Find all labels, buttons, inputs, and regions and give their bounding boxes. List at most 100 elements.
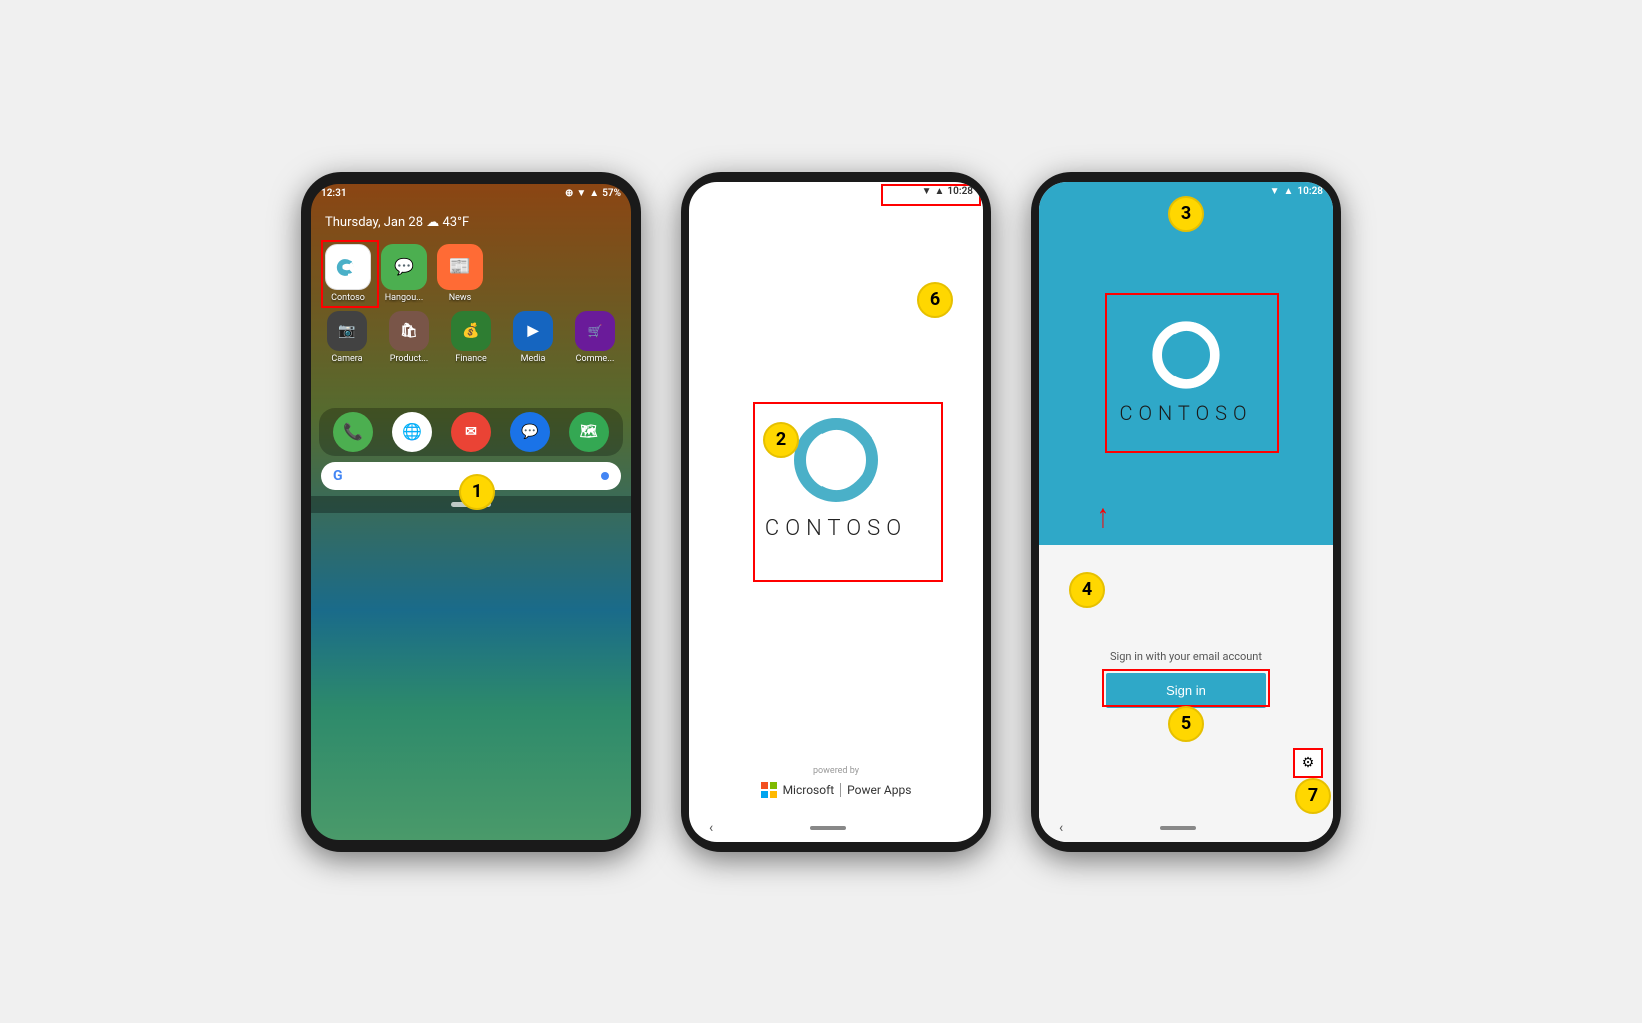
annotation-3: 3 xyxy=(1168,196,1204,232)
ms-green-square xyxy=(770,782,777,789)
google-g-logo: G xyxy=(333,468,343,484)
annotation-6: 6 xyxy=(917,282,953,318)
media-wrap[interactable]: ▶ Media xyxy=(505,311,561,364)
commerce-wrap[interactable]: 🛒 Comme... xyxy=(567,311,623,364)
phone-symbol: 📞 xyxy=(343,422,363,441)
signin-logo-area: CONTOSO xyxy=(1119,315,1252,425)
powerapps-text: Power Apps xyxy=(847,783,911,797)
signin-home-indicator[interactable] xyxy=(1160,826,1196,830)
chrome-wrap[interactable]: 🌐 xyxy=(386,412,439,452)
splash-status-bar: ▼ ▲ 10:28 xyxy=(689,182,983,201)
contoso-app-wrap[interactable]: Contoso xyxy=(325,244,371,303)
contoso-app-icon[interactable] xyxy=(325,244,371,290)
microsoft-logo: Microsoft Power Apps xyxy=(761,782,912,798)
messages-wrap[interactable]: 💬 xyxy=(503,412,556,452)
home-background: 12:31 ⊕ ▼ ▲ 57% Thursday, Jan 28 ☁ 43°F xyxy=(311,184,631,840)
hangouts-app-icon[interactable]: 💬 xyxy=(381,244,427,290)
settings-gear-icon[interactable]: ⚙ xyxy=(1302,755,1315,771)
news-app-label: News xyxy=(449,293,472,303)
status-icon-wifi: ▼ xyxy=(576,188,586,199)
status-time: 12:31 xyxy=(321,188,347,199)
signin-button-container: Sign in xyxy=(1106,673,1266,708)
signin-top-section: ▼ ▲ 10:28 CONTOSO xyxy=(1039,182,1333,545)
google-dot-logo xyxy=(601,472,609,480)
maps-wrap[interactable]: 🗺 xyxy=(562,412,615,452)
camera-icon[interactable]: 📷 xyxy=(327,311,367,351)
signin-prompt: Sign in with your email account xyxy=(1110,650,1262,663)
signin-logo-container: CONTOSO xyxy=(1119,301,1252,425)
signin-screen: ▼ ▲ 10:28 CONTOSO xyxy=(1039,182,1333,842)
maps-symbol: 🗺 xyxy=(580,424,598,440)
commerce-label: Comme... xyxy=(576,354,615,364)
ms-divider xyxy=(840,783,841,797)
messages-app-icon[interactable]: 💬 xyxy=(510,412,550,452)
contoso-c-logo-large xyxy=(786,410,886,510)
home-indicator[interactable] xyxy=(810,826,846,830)
hangouts-app-label: Hangou... xyxy=(385,293,424,303)
app-row-3: 📞 🌐 ✉ 💬 xyxy=(319,408,623,456)
settings-icon-container[interactable]: ⚙ xyxy=(1293,748,1323,778)
signin-wifi-icon: ▼ xyxy=(1270,186,1280,197)
signin-back-arrow[interactable]: ‹ xyxy=(1059,820,1063,836)
commerce-icon[interactable]: 🛒 xyxy=(575,311,615,351)
app-row-2: 📷 Camera 🛍 Product... 💰 xyxy=(311,307,631,368)
finance-label: Finance xyxy=(455,354,486,364)
ms-red-square xyxy=(761,782,768,789)
contoso-text-large: CONTOSO xyxy=(765,516,907,541)
camera-symbol: 📷 xyxy=(338,323,355,339)
finance-icon[interactable]: 💰 xyxy=(451,311,491,351)
signin-status-bar: ▼ ▲ 10:28 xyxy=(1260,182,1333,201)
camera-label: Camera xyxy=(331,354,362,364)
chrome-app-icon[interactable]: 🌐 xyxy=(392,412,432,452)
annotation-arrow-up: ↑ xyxy=(1097,496,1109,537)
gmail-symbol: ✉ xyxy=(465,424,477,440)
gmail-app-icon[interactable]: ✉ xyxy=(451,412,491,452)
ms-blue-square xyxy=(761,791,768,798)
phone-3: ▼ ▲ 10:28 CONTOSO xyxy=(1031,172,1341,852)
phone-2-screen: ▼ ▲ 10:28 xyxy=(689,182,983,842)
annotation-2: 2 xyxy=(763,422,799,458)
app-row-1: Contoso 💬 Hangou... 📰 xyxy=(311,238,631,307)
contoso-app-label: Contoso xyxy=(331,293,365,303)
news-app-wrap[interactable]: 📰 News xyxy=(437,244,483,303)
annotation-7: 7 xyxy=(1295,778,1331,814)
finance-symbol: 💰 xyxy=(462,323,479,339)
status-icon-battery: 57% xyxy=(602,188,621,199)
signin-button[interactable]: Sign in xyxy=(1106,673,1266,708)
product-symbol: 🛍 xyxy=(400,323,418,339)
contoso-c-white-logo xyxy=(1146,315,1226,395)
contoso-text-white: CONTOSO xyxy=(1119,401,1252,425)
phone-1: 12:31 ⊕ ▼ ▲ 57% Thursday, Jan 28 ☁ 43°F xyxy=(301,172,641,852)
phone-2: ▼ ▲ 10:28 xyxy=(681,172,991,852)
status-icon-signal: ▲ xyxy=(589,188,599,199)
media-icon[interactable]: ▶ xyxy=(513,311,553,351)
phone-wrap[interactable]: 📞 xyxy=(327,412,380,452)
splash-screen: ▼ ▲ 10:28 xyxy=(689,182,983,842)
camera-wrap[interactable]: 📷 Camera xyxy=(319,311,375,364)
home-date-area: Thursday, Jan 28 ☁ 43°F xyxy=(311,203,631,238)
contoso-c-icon-small xyxy=(334,253,362,281)
back-arrow[interactable]: ‹ xyxy=(709,820,713,836)
product-label: Product... xyxy=(390,354,429,364)
hangouts-icon-symbol: 💬 xyxy=(394,257,414,276)
product-icon[interactable]: 🛍 xyxy=(389,311,429,351)
status-icons: ⊕ ▼ ▲ 57% xyxy=(565,188,621,199)
splash-nav: ‹ xyxy=(689,814,983,842)
news-icon-symbol: 📰 xyxy=(449,256,471,277)
news-app-icon[interactable]: 📰 xyxy=(437,244,483,290)
splash-signal-icon: ▲ xyxy=(935,186,945,197)
maps-app-icon[interactable]: 🗺 xyxy=(569,412,609,452)
media-label: Media xyxy=(521,354,546,364)
signin-signal-icon: ▲ xyxy=(1284,186,1294,197)
gmail-wrap[interactable]: ✉ xyxy=(445,412,498,452)
chrome-symbol: 🌐 xyxy=(402,422,422,441)
messages-symbol: 💬 xyxy=(521,424,538,440)
ms-grid-icon xyxy=(761,782,777,798)
phone-app-icon[interactable]: 📞 xyxy=(333,412,373,452)
phone-3-screen: ▼ ▲ 10:28 CONTOSO xyxy=(1039,182,1333,842)
annotation-4: 4 xyxy=(1069,572,1105,608)
product-wrap[interactable]: 🛍 Product... xyxy=(381,311,437,364)
hangouts-app-wrap[interactable]: 💬 Hangou... xyxy=(381,244,427,303)
finance-wrap[interactable]: 💰 Finance xyxy=(443,311,499,364)
splash-wifi-icon: ▼ xyxy=(922,186,932,197)
